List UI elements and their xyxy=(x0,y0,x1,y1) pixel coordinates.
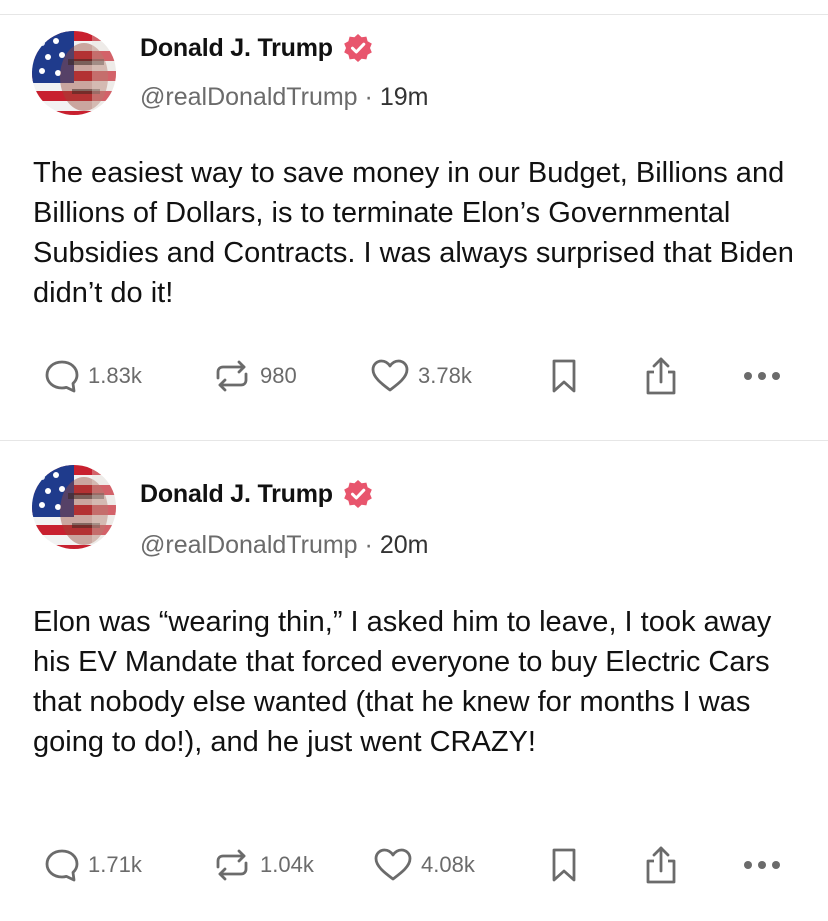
avatar[interactable] xyxy=(32,31,116,115)
heart-icon xyxy=(371,359,409,392)
reply-count: 1.71k xyxy=(88,852,142,877)
verified-badge-icon xyxy=(344,34,372,62)
share-button[interactable] xyxy=(643,356,679,396)
timestamp[interactable]: 19m xyxy=(380,83,429,111)
reply-count: 1.83k xyxy=(88,363,142,388)
display-name[interactable]: Donald J. Trump xyxy=(140,34,333,63)
more-dots-icon xyxy=(744,861,780,869)
post-text: The easiest way to save money in our Bud… xyxy=(33,157,794,309)
action-bar: 1.71k 1.04k 4.08k xyxy=(0,845,828,885)
post-meta: @realDonaldTrump · 19m xyxy=(140,83,428,112)
handle[interactable]: @realDonaldTrump xyxy=(140,531,358,559)
repost-button[interactable]: 1.04k xyxy=(212,845,314,885)
meta-separator: · xyxy=(364,531,373,559)
avatar[interactable] xyxy=(32,465,116,549)
bookmark-icon xyxy=(552,848,576,882)
author-row[interactable]: Donald J. Trump xyxy=(140,33,373,63)
share-button[interactable] xyxy=(643,845,679,885)
bookmark-button[interactable] xyxy=(549,845,579,885)
verified-badge-icon xyxy=(344,480,372,508)
action-bar: 1.83k 980 3.78k xyxy=(0,356,828,396)
repost-count: 980 xyxy=(260,363,297,388)
post-card[interactable]: Donald J. Trump @realDonaldTrump · 19m T… xyxy=(0,15,828,440)
bookmark-icon xyxy=(552,359,576,393)
like-button[interactable]: 4.08k xyxy=(373,845,475,885)
more-options-button[interactable] xyxy=(742,356,782,396)
bookmark-button[interactable] xyxy=(549,356,579,396)
repost-arrows-icon xyxy=(216,360,248,392)
reply-button[interactable]: 1.83k xyxy=(44,356,142,396)
post-card[interactable]: Donald J. Trump @realDonaldTrump · 20m E… xyxy=(0,441,828,921)
post-text: Elon was “wearing thin,” I asked him to … xyxy=(33,606,772,758)
repost-arrows-icon xyxy=(216,849,248,881)
post-meta: @realDonaldTrump · 20m xyxy=(140,531,428,560)
more-options-button[interactable] xyxy=(742,845,782,885)
more-dots-icon xyxy=(744,372,780,380)
like-count: 4.08k xyxy=(421,852,475,877)
display-name[interactable]: Donald J. Trump xyxy=(140,480,333,509)
share-upload-icon xyxy=(646,846,676,884)
timestamp[interactable]: 20m xyxy=(380,531,429,559)
speech-bubble-icon xyxy=(45,360,79,393)
like-button[interactable]: 3.78k xyxy=(370,356,472,396)
meta-separator: · xyxy=(364,83,373,111)
repost-count: 1.04k xyxy=(260,852,314,877)
speech-bubble-icon xyxy=(45,849,79,882)
like-count: 3.78k xyxy=(418,363,472,388)
repost-button[interactable]: 980 xyxy=(212,356,297,396)
share-upload-icon xyxy=(646,357,676,395)
handle[interactable]: @realDonaldTrump xyxy=(140,83,358,111)
flag-portrait-avatar-icon xyxy=(32,465,116,549)
reply-button[interactable]: 1.71k xyxy=(44,845,142,885)
heart-icon xyxy=(374,848,412,881)
author-row[interactable]: Donald J. Trump xyxy=(140,479,373,509)
flag-portrait-avatar-icon xyxy=(32,31,116,115)
